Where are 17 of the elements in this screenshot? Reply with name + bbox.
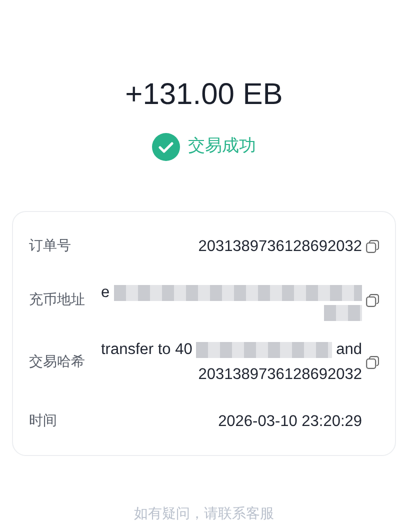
field-value: 2031389736128692032: [198, 236, 362, 256]
copy-icon[interactable]: [366, 356, 379, 368]
field-label: 充币地址: [29, 291, 86, 310]
field-value: and: [336, 340, 362, 360]
copy-icon[interactable]: [366, 294, 379, 307]
check-circle-icon: [152, 133, 180, 161]
help-text: 如有疑问，请联系客服: [134, 505, 274, 524]
field-label: 时间: [29, 412, 58, 430]
field-value: 2031389736128692032: [198, 365, 362, 385]
field-label: 订单号: [29, 236, 72, 256]
field-label: 交易哈希: [29, 352, 86, 372]
copy-icon[interactable]: [366, 240, 379, 252]
amount-text: +131.00 EB: [125, 77, 283, 113]
field-value: 2026-03-10 23:20:29: [218, 412, 362, 432]
field-value: transfer to 40: [101, 340, 192, 360]
field-value: e: [101, 283, 110, 303]
status-text: 交易成功: [188, 135, 256, 158]
